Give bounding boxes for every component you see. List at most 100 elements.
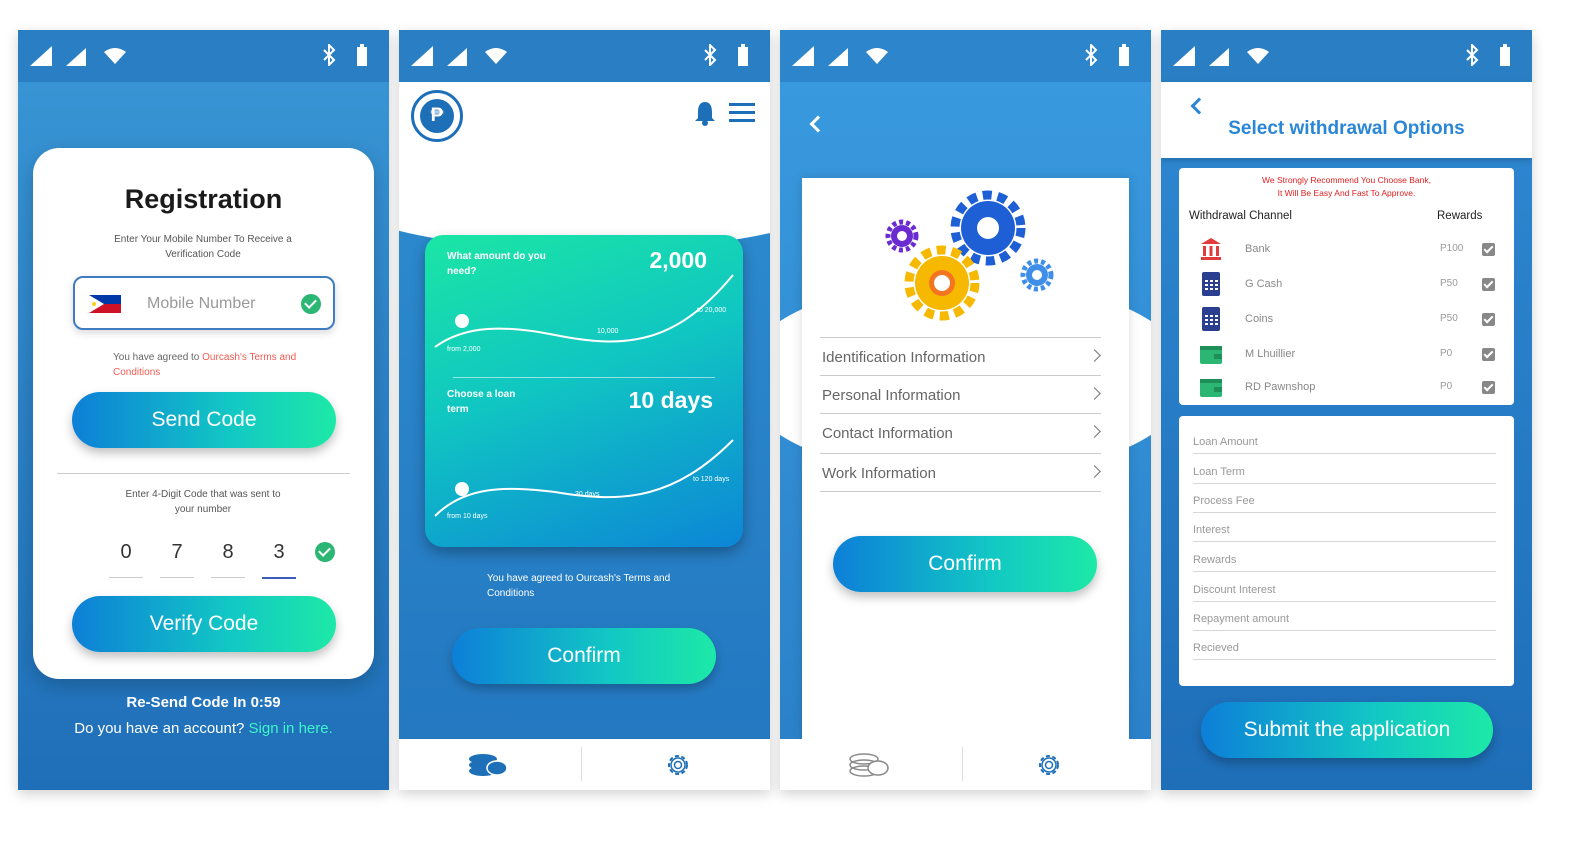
back-icon[interactable] <box>1190 97 1208 115</box>
field-interest[interactable]: Interest <box>1193 512 1496 542</box>
channel-row-rdpawnshop[interactable]: RD Pawnshop P0 <box>1179 374 1514 404</box>
channel-reward: P0 <box>1440 381 1453 392</box>
gear-icon[interactable] <box>1035 751 1063 779</box>
menu-item-label: Work Information <box>822 465 936 482</box>
menu-item-identification[interactable]: Identification Information <box>820 337 1101 375</box>
menu-item-label: Contact Information <box>822 425 953 442</box>
signal-icon <box>828 48 848 66</box>
back-icon[interactable] <box>809 115 827 133</box>
status-bar <box>18 30 389 82</box>
channel-reward: P100 <box>1440 243 1464 254</box>
phone-icon <box>1202 307 1220 331</box>
channel-row-mlhuillier[interactable]: M Lhuillier P0 <box>1179 341 1514 371</box>
channel-row-coins[interactable]: Coins P50 <box>1179 306 1514 336</box>
card-divider <box>453 377 715 378</box>
confirm-label: Confirm <box>547 644 621 667</box>
bell-icon[interactable] <box>693 100 717 126</box>
account-prefix: Do you have an account? <box>74 720 245 737</box>
field-label: Process Fee <box>1193 495 1255 507</box>
submit-application-button[interactable]: Submit the application <box>1201 702 1493 758</box>
channel-reward: P50 <box>1440 313 1458 324</box>
field-label: Loan Term <box>1193 466 1245 478</box>
sign-in-link[interactable]: Sign in here. <box>249 720 333 737</box>
checkbox-checked[interactable] <box>1482 381 1495 394</box>
recommendation-warning: We Strongly Recommend You Choose Bank, I… <box>1179 174 1514 200</box>
warning-line: It Will Be Easy And Fast To Approve. <box>1277 188 1416 198</box>
send-code-button[interactable]: Send Code <box>72 392 336 448</box>
channel-name: M Lhuillier <box>1245 348 1296 360</box>
verify-code-button[interactable]: Verify Code <box>72 596 336 652</box>
term-slider[interactable] <box>425 430 743 520</box>
field-rewards[interactable]: Rewards <box>1193 542 1496 572</box>
peso-logo-icon: ₱ <box>420 99 454 133</box>
battery-icon <box>1119 44 1129 66</box>
field-label: Recieved <box>1193 642 1239 654</box>
registration-subtitle: Enter Your Mobile Number To Receive a Ve… <box>114 234 292 260</box>
coins-icon[interactable] <box>848 751 890 777</box>
field-process-fee[interactable]: Process Fee <box>1193 483 1496 513</box>
channel-row-gcash[interactable]: G Cash P50 <box>1179 271 1514 301</box>
field-received[interactable]: Recieved <box>1193 630 1496 660</box>
status-bar <box>399 30 770 82</box>
field-label: Interest <box>1193 524 1230 536</box>
code-digit-3[interactable]: 8 <box>211 541 245 564</box>
wallet-icon <box>1200 346 1222 364</box>
code-digit-2[interactable]: 7 <box>160 541 194 564</box>
withdrawal-channel-card: We Strongly Recommend You Choose Bank, I… <box>1179 168 1514 405</box>
status-bar <box>1161 30 1532 82</box>
chevron-right-icon <box>1088 425 1101 438</box>
digit-underline <box>211 577 245 578</box>
confirm-label: Confirm <box>928 552 1002 575</box>
field-discount-interest[interactable]: Discount Interest <box>1193 572 1496 602</box>
channel-name: G Cash <box>1245 278 1283 290</box>
battery-icon <box>1500 44 1510 66</box>
field-loan-term[interactable]: Loan Term <box>1193 454 1496 484</box>
verify-code-label: Verify Code <box>149 612 259 635</box>
term-mid: 30 days <box>575 491 600 498</box>
checkbox-checked[interactable] <box>1482 313 1495 326</box>
loan-summary-card: Loan Amount Loan Term Process Fee Intere… <box>1179 416 1514 686</box>
signal-icon <box>792 46 814 66</box>
menu-item-contact[interactable]: Contact Information <box>820 413 1101 451</box>
menu-item-personal[interactable]: Personal Information <box>820 375 1101 413</box>
checkbox-checked[interactable] <box>1482 278 1495 291</box>
terms-prefix: You have agreed to <box>113 352 203 363</box>
code-digit-4[interactable]: 3 <box>262 541 296 564</box>
channel-name: Coins <box>1245 313 1274 325</box>
page-title: Registration <box>124 184 283 214</box>
resend-timer: Re-Send Code In 0:59 <box>126 694 281 711</box>
digit-underline-active <box>262 577 296 579</box>
checkbox-checked[interactable] <box>1482 243 1495 256</box>
registration-screen: Registration Enter Your Mobile Number To… <box>18 30 389 790</box>
code-digit-1[interactable]: 0 <box>109 541 143 564</box>
philippines-flag-icon <box>89 295 121 313</box>
gear-icon[interactable] <box>664 751 692 779</box>
wifi-icon <box>485 48 507 64</box>
battery-icon <box>738 44 748 66</box>
warning-line: We Strongly Recommend You Choose Bank, <box>1262 175 1431 185</box>
field-repayment-amount[interactable]: Repayment amount <box>1193 601 1496 631</box>
channel-name: Bank <box>1245 243 1271 255</box>
mobile-number-input[interactable]: Mobile Number <box>73 276 335 330</box>
loan-calculator-card: What amount do you need? 2,000 from 2,00… <box>425 235 743 547</box>
submit-label: Submit the application <box>1243 718 1451 741</box>
gears-illustration-icon <box>885 190 1054 321</box>
signal-icon <box>30 46 52 66</box>
coins-icon[interactable] <box>467 751 509 777</box>
channel-name: RD Pawnshop <box>1245 381 1316 393</box>
confirm-button[interactable]: Confirm <box>833 536 1097 592</box>
channel-row-bank[interactable]: Bank P100 <box>1179 236 1514 266</box>
bank-icon <box>1201 238 1221 260</box>
header-curve <box>399 140 770 250</box>
field-loan-amount[interactable]: Loan Amount <box>1193 424 1496 454</box>
menu-icon[interactable] <box>729 102 755 122</box>
confirm-button[interactable]: Confirm <box>452 628 716 684</box>
checkbox-checked[interactable] <box>1482 348 1495 361</box>
wifi-icon <box>866 48 888 64</box>
amount-max: to 20,000 <box>697 307 727 314</box>
wifi-icon <box>104 48 126 64</box>
information-screen: Identification Information Personal Info… <box>780 30 1151 790</box>
term-max: to 120 days <box>693 476 730 483</box>
menu-item-work[interactable]: Work Information <box>820 453 1101 491</box>
bluetooth-icon <box>704 44 717 66</box>
